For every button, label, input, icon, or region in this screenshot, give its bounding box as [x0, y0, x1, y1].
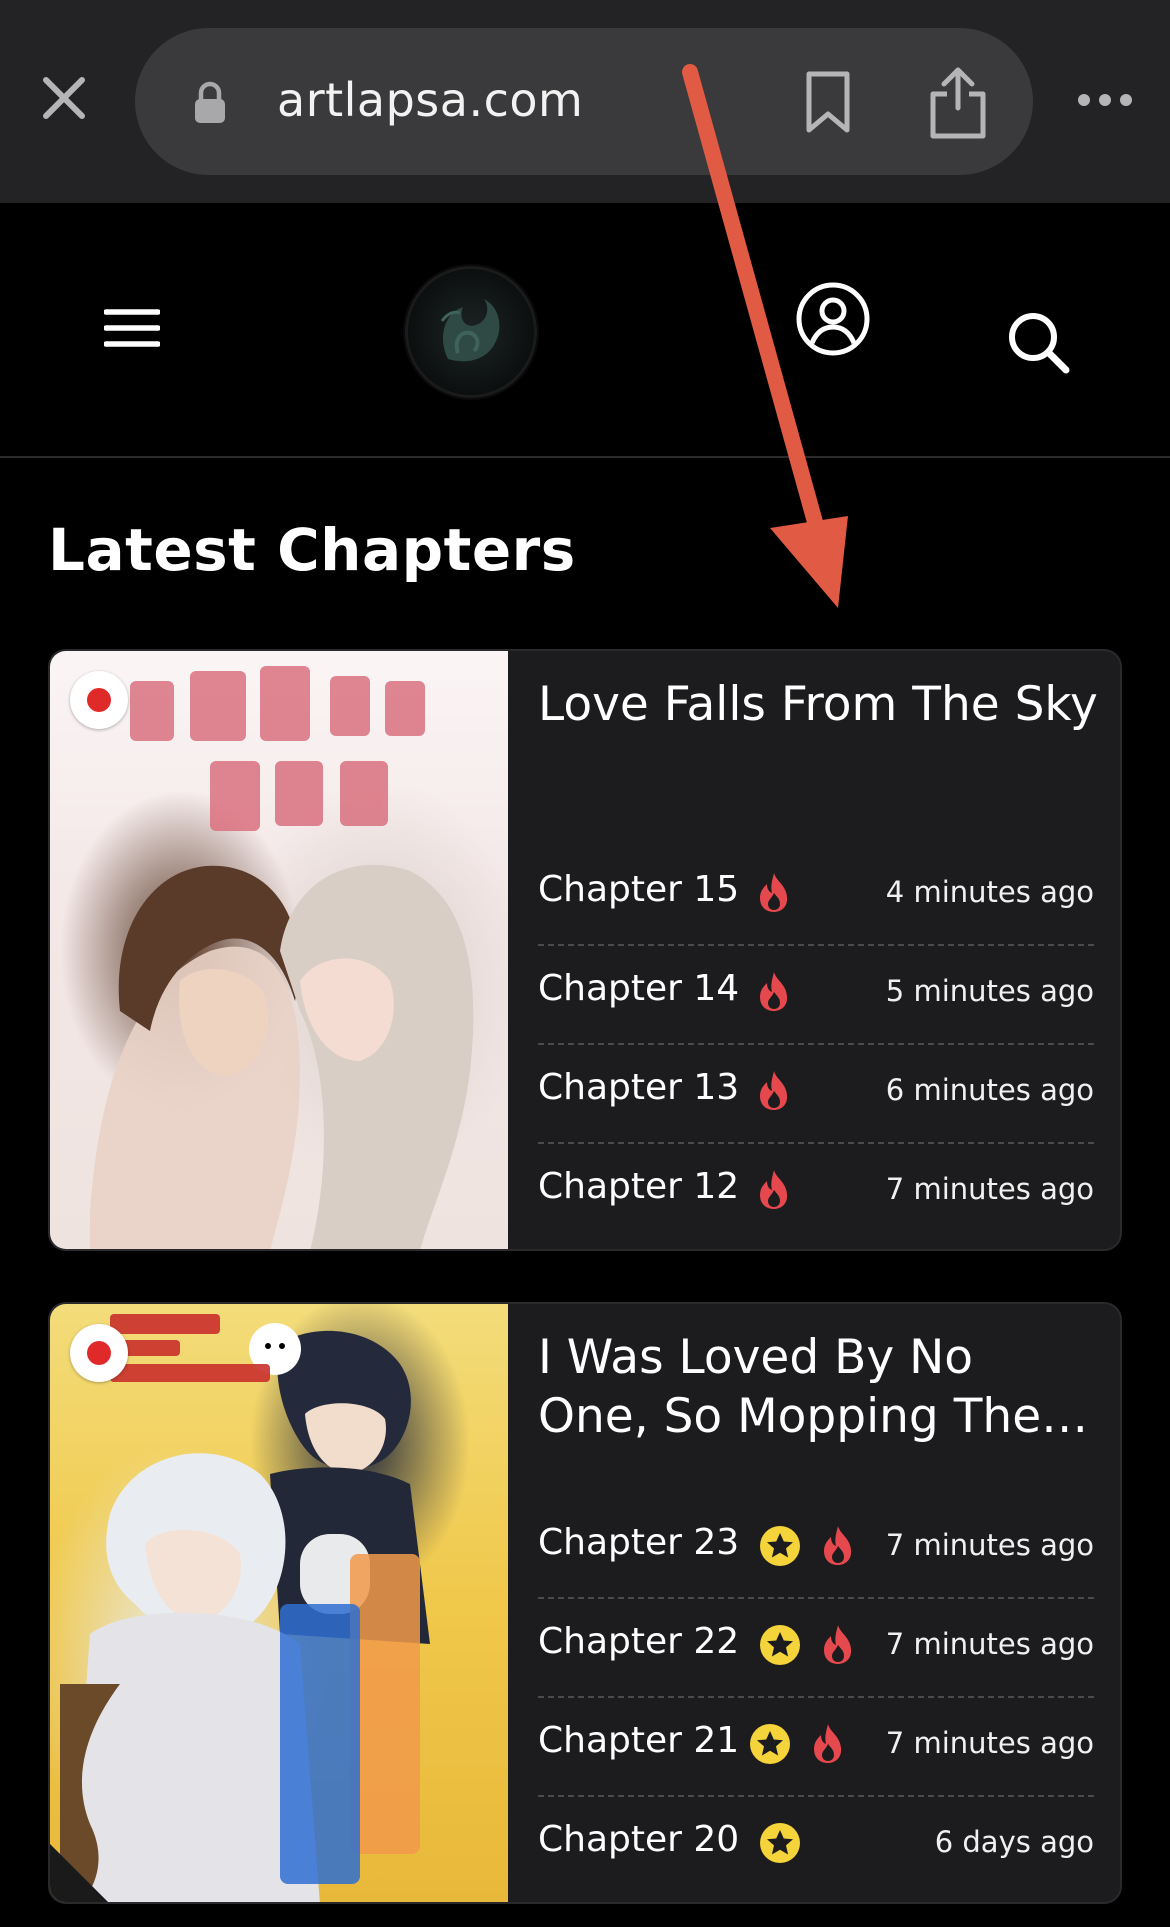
- fire-icon: [818, 1524, 858, 1566]
- series-title[interactable]: I Was Loved By No One, So Mopping The Fl…: [538, 1328, 1098, 1446]
- chapter-label[interactable]: Chapter 15: [538, 869, 739, 910]
- chapter-row[interactable]: Chapter 20 6 days ago: [538, 1797, 1094, 1896]
- japan-flag-icon: [70, 671, 128, 729]
- site-header: [0, 203, 1170, 458]
- chapter-time: 7 minutes ago: [885, 1627, 1094, 1661]
- chapter-time: 7 minutes ago: [885, 1528, 1094, 1562]
- chapter-row[interactable]: Chapter 21 7 minutes ago: [538, 1698, 1094, 1797]
- fire-icon: [754, 1168, 794, 1210]
- chapter-time: 6 minutes ago: [885, 1073, 1094, 1107]
- chapter-label[interactable]: Chapter 13: [538, 1067, 739, 1108]
- lock-icon: [193, 80, 227, 124]
- fire-icon: [754, 871, 794, 913]
- fire-icon: [808, 1722, 848, 1764]
- close-icon[interactable]: [36, 70, 92, 126]
- chapter-row[interactable]: Chapter 13 6 minutes ago: [538, 1045, 1094, 1144]
- bookmark-icon[interactable]: [798, 70, 858, 134]
- chapter-label[interactable]: Chapter 20: [538, 1819, 739, 1860]
- chapter-time: 7 minutes ago: [885, 1726, 1094, 1760]
- url-text[interactable]: artlapsa.com: [277, 73, 583, 127]
- fire-icon: [754, 970, 794, 1012]
- more-options-icon[interactable]: [1076, 88, 1134, 112]
- search-icon[interactable]: [1006, 310, 1072, 376]
- chapter-row[interactable]: Chapter 23 7 minutes ago: [538, 1500, 1094, 1599]
- chapter-label[interactable]: Chapter 23: [538, 1522, 739, 1563]
- chapter-row[interactable]: Chapter 14 5 minutes ago: [538, 946, 1094, 1045]
- japan-flag-icon: [70, 1324, 128, 1382]
- chapter-row[interactable]: Chapter 22 7 minutes ago: [538, 1599, 1094, 1698]
- user-account-icon[interactable]: [795, 281, 871, 357]
- chapter-label[interactable]: Chapter 14: [538, 968, 739, 1009]
- chapter-list: Chapter 15 4 minutes ago Chapter 14 5 mi…: [538, 847, 1094, 1243]
- star-icon: [760, 1823, 800, 1863]
- address-bar[interactable]: artlapsa.com: [135, 28, 1033, 175]
- chapter-label[interactable]: Chapter 21: [538, 1720, 739, 1761]
- share-icon[interactable]: [925, 64, 991, 140]
- site-logo[interactable]: [405, 266, 537, 398]
- star-icon: [760, 1625, 800, 1665]
- chapter-label[interactable]: Chapter 22: [538, 1621, 739, 1662]
- fire-icon: [818, 1623, 858, 1665]
- chapter-time: 5 minutes ago: [885, 974, 1094, 1008]
- chapter-list: Chapter 23 7 minutes ago Chapter 22 7 mi…: [538, 1500, 1094, 1896]
- browser-toolbar: artlapsa.com: [0, 0, 1170, 203]
- star-icon: [750, 1724, 790, 1764]
- chapter-time: 6 days ago: [934, 1825, 1094, 1859]
- hamburger-menu-icon[interactable]: [103, 308, 161, 348]
- chapter-row[interactable]: Chapter 15 4 minutes ago: [538, 847, 1094, 946]
- star-icon: [760, 1526, 800, 1566]
- chapter-time: 4 minutes ago: [885, 875, 1094, 909]
- cover-image[interactable]: [50, 651, 508, 1249]
- chapter-label[interactable]: Chapter 12: [538, 1166, 739, 1207]
- manga-card[interactable]: I Was Loved By No One, So Mopping The Fl…: [48, 1302, 1122, 1904]
- cover-image[interactable]: [50, 1304, 508, 1902]
- chapter-time: 7 minutes ago: [885, 1172, 1094, 1206]
- chapter-row[interactable]: Chapter 12 7 minutes ago: [538, 1144, 1094, 1243]
- series-title[interactable]: Love Falls From The Sky: [538, 675, 1098, 734]
- fire-icon: [754, 1069, 794, 1111]
- section-title: Latest Chapters: [48, 516, 576, 584]
- manga-card[interactable]: Love Falls From The Sky Chapter 15 4 min…: [48, 649, 1122, 1251]
